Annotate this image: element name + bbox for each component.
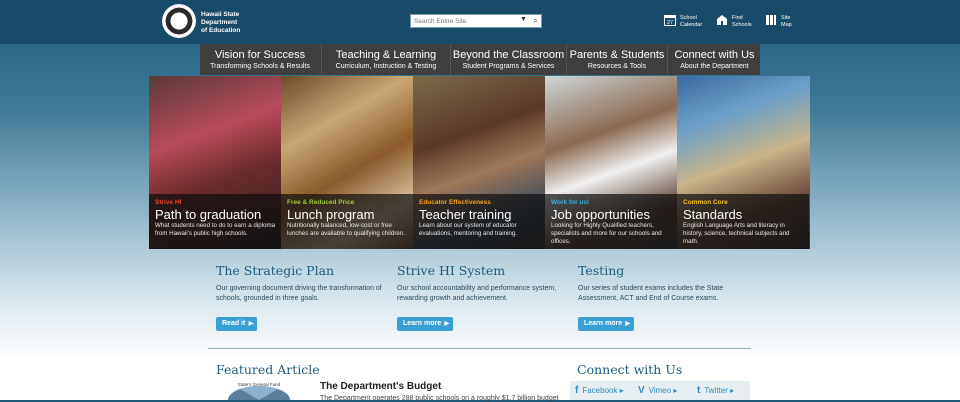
hero-caption: Common Core Standards English Language A… — [677, 194, 809, 249]
vimeo-icon: V — [638, 385, 645, 396]
site-name-line3: of Education — [201, 27, 241, 34]
featured-article-thumbnail[interactable]: State's General Fund — [220, 380, 298, 400]
search-scope-dropdown-icon[interactable]: ▼ — [520, 16, 527, 23]
facebook-label: Facebook — [582, 386, 618, 395]
svg-text:27: 27 — [667, 20, 673, 26]
twitter-label: Twitter — [704, 386, 728, 395]
hero-tag: Strive HI — [155, 199, 182, 206]
hero-panel-lunch[interactable]: Free & Reduced Price Lunch program Nutri… — [281, 76, 413, 249]
hero-panel-graduation[interactable]: Strive HI Path to graduation What studen… — [149, 76, 281, 249]
hero-tag: Educator Effectiveness — [419, 199, 491, 206]
arrow-right-icon: ▶ — [248, 321, 254, 327]
find-schools-label2: Schools — [732, 22, 752, 28]
hero-title: Lunch program — [287, 207, 375, 222]
hero-desc: Looking for Highly Qualified teachers, s… — [551, 222, 662, 245]
school-calendar-label2: Calendar — [680, 22, 703, 28]
nav-connect-with-us[interactable]: Connect with Us About the Department — [667, 44, 761, 75]
doe-seal-logo[interactable] — [162, 4, 196, 38]
nav-title: Connect with Us — [674, 49, 755, 61]
vimeo-label: Vimeo — [648, 386, 672, 395]
nav-subtitle: Transforming Schools & Results — [210, 63, 310, 70]
nav-title: Beyond the Classroom — [452, 49, 565, 61]
nav-subtitle: Resources & Tools — [587, 63, 647, 70]
strive-hi-section: Strive HI System Our school accountabili… — [397, 263, 567, 331]
nav-beyond-the-classroom[interactable]: Beyond the Classroom Student Programs & … — [450, 44, 566, 75]
social-links-bar: f Facebook ▸ V Vimeo ▸ t Twitter ▸ — [570, 381, 750, 400]
learn-more-button[interactable]: Learn more ▶ — [578, 317, 635, 331]
sitemap-icon — [766, 15, 776, 25]
section-divider — [208, 348, 751, 349]
hero-caption: Work for us! Job opportunities Looking f… — [545, 194, 677, 249]
calendar-icon: 27 — [664, 15, 676, 26]
section-heading[interactable]: Testing — [578, 263, 748, 278]
arrow-right-icon: ▶ — [625, 321, 631, 327]
hero-caption: Strive HI Path to graduation What studen… — [149, 194, 281, 249]
hero-title: Job opportunities — [551, 207, 651, 222]
twitter-link[interactable]: t Twitter ▸ — [697, 385, 734, 396]
hero-panel-jobs[interactable]: Work for us! Job opportunities Looking f… — [545, 76, 677, 249]
nav-subtitle: Student Programs & Services — [462, 63, 555, 70]
search-input[interactable] — [411, 15, 518, 27]
strategic-plan-section: The Strategic Plan Our governing documen… — [216, 263, 386, 331]
hero-caption: Free & Reduced Price Lunch program Nutri… — [281, 194, 413, 249]
nav-vision-for-success[interactable]: Vision for Success Transforming Schools … — [200, 44, 320, 75]
nav-title: Teaching & Learning — [335, 49, 437, 61]
read-it-button[interactable]: Read it ▶ — [216, 317, 258, 331]
nav-subtitle: Curriculum, Instruction & Testing — [335, 63, 437, 70]
featured-article-excerpt: The Department operates 288 public schoo… — [320, 395, 559, 402]
hero-panel-teacher[interactable]: Educator Effectiveness Teacher training … — [413, 76, 545, 249]
featured-article-heading: Featured Article — [216, 362, 320, 377]
hero-panel-standards[interactable]: Common Core Standards English Language A… — [677, 76, 810, 249]
hero-tag: Work for us! — [551, 199, 590, 206]
testing-section: Testing Our series of student exams incl… — [578, 263, 748, 331]
button-label: Learn more — [403, 320, 442, 327]
site-name[interactable]: Hawaii State Department of Education — [201, 11, 240, 35]
button-label: Read it — [222, 320, 246, 327]
featured-article-title[interactable]: The Department's Budget — [320, 381, 441, 392]
hero-title: Path to graduation — [155, 207, 262, 222]
connect-heading: Connect with Us — [577, 362, 683, 377]
nav-subtitle: About the Department — [680, 63, 749, 70]
hero-desc: What students need to do to earn a diplo… — [155, 222, 276, 237]
find-schools-label1: Find — [732, 15, 743, 21]
main-nav: Vision for Success Transforming Schools … — [200, 44, 760, 75]
search-box: ▼ ⌕ — [410, 14, 542, 28]
hero-title: Teacher training — [419, 207, 512, 222]
learn-more-button[interactable]: Learn more ▶ — [397, 317, 454, 331]
twitter-icon: t — [697, 385, 701, 396]
site-map-label2: Map — [781, 22, 792, 28]
hero-title: Standards — [683, 207, 743, 222]
hero-caption: Educator Effectiveness Teacher training … — [413, 194, 545, 249]
facebook-icon: f — [575, 385, 579, 396]
hero-desc: Nutritionally balanced, low-cost or free… — [287, 222, 405, 237]
site-header: Hawaii State Department of Education ▼ ⌕… — [0, 0, 960, 44]
hero-tag: Free & Reduced Price — [287, 199, 355, 206]
budget-chart-thumbnail: State's General Fund — [220, 380, 298, 400]
section-text: Our series of student exams includes the… — [578, 285, 724, 302]
nav-teaching-learning[interactable]: Teaching & Learning Curriculum, Instruct… — [321, 44, 450, 75]
hero-tag: Common Core — [683, 199, 728, 206]
nav-parents-students[interactable]: Parents & Students Resources & Tools — [566, 44, 667, 75]
hero-desc: Learn about our system of educator evalu… — [419, 222, 518, 237]
hero-carousel: Strive HI Path to graduation What studen… — [149, 76, 810, 249]
arrow-right-icon: ▶ — [444, 321, 450, 327]
nav-title: Parents & Students — [569, 49, 665, 61]
site-map-label1: Site — [781, 15, 791, 21]
site-name-line1: Hawaii State — [201, 11, 240, 18]
search-icon[interactable]: ⌕ — [530, 15, 541, 27]
section-text: Our governing document driving the trans… — [216, 285, 382, 302]
site-name-line2: Department — [201, 19, 238, 26]
hero-desc: English Language Arts and literacy in hi… — [683, 222, 790, 245]
section-text: Our school accountability and performanc… — [397, 285, 557, 302]
school-calendar-label1: School — [680, 15, 697, 21]
button-label: Learn more — [584, 320, 623, 327]
nav-title: Vision for Success — [214, 49, 306, 61]
building-icon — [717, 15, 727, 25]
facebook-link[interactable]: f Facebook ▸ — [575, 385, 624, 396]
vimeo-link[interactable]: V Vimeo ▸ — [638, 385, 677, 396]
section-heading[interactable]: Strive HI System — [397, 263, 567, 278]
section-heading[interactable]: The Strategic Plan — [216, 263, 386, 278]
